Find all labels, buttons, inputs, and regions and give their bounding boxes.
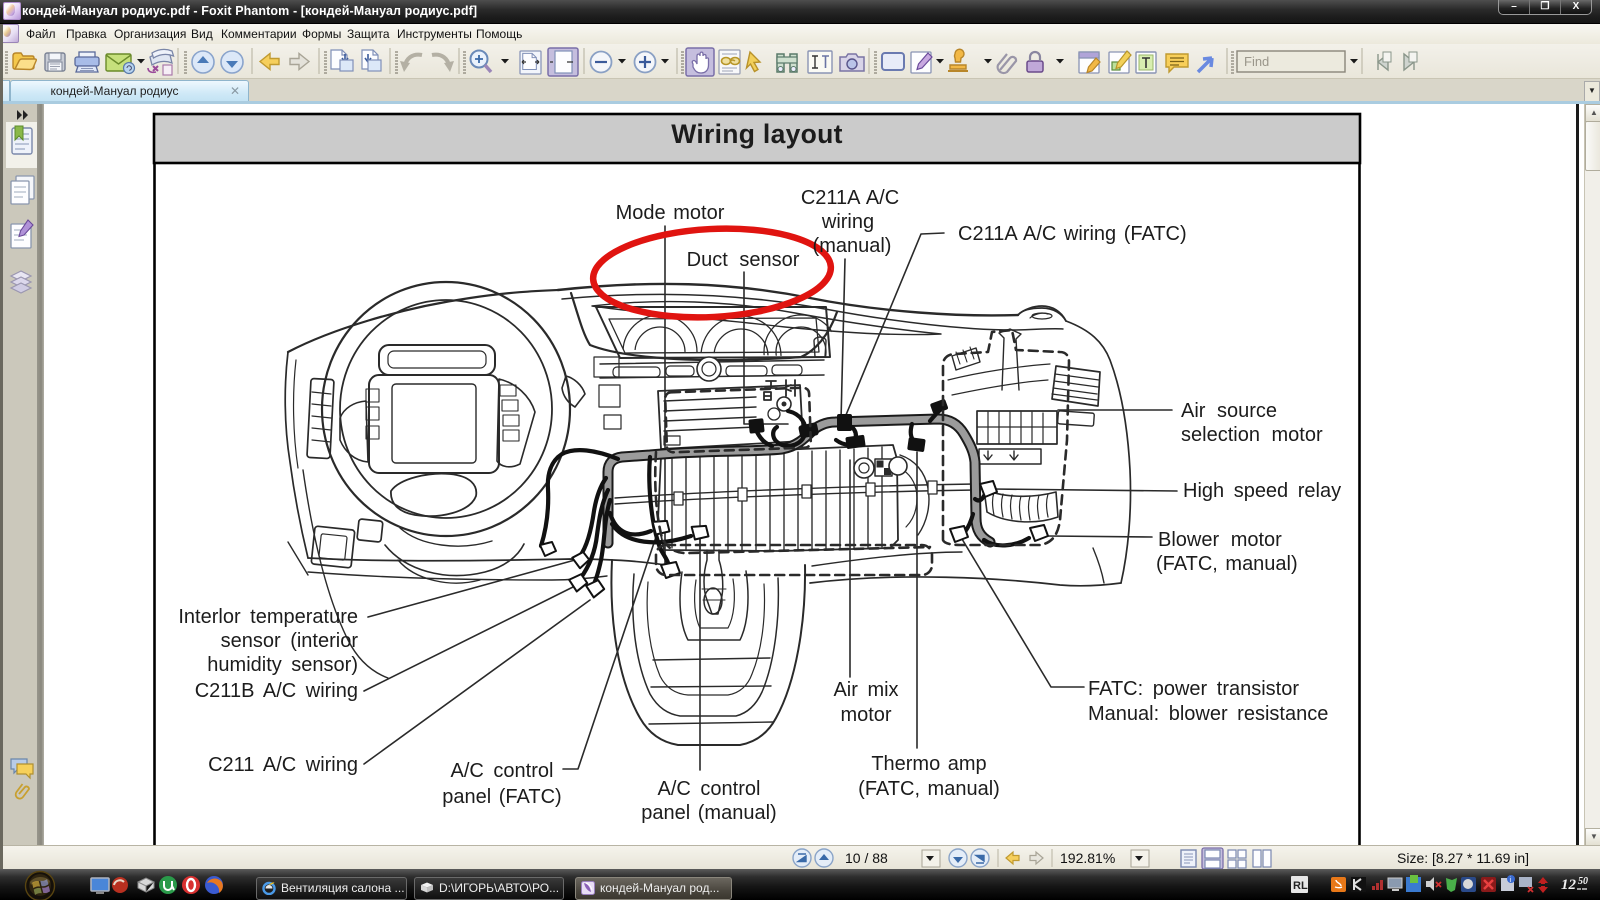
svg-text:Thermo amp: Thermo amp	[871, 753, 986, 775]
svg-text:C211A A/C wiring (FATC): C211A A/C wiring (FATC)	[958, 223, 1187, 245]
svg-text:(manual): (manual)	[813, 235, 892, 257]
svg-text:Duct sensor: Duct sensor	[687, 249, 800, 271]
svg-text:Air mix: Air mix	[833, 679, 898, 701]
svg-text:High speed relay: High speed relay	[1183, 480, 1341, 502]
svg-text:Air source: Air source	[1181, 400, 1277, 422]
svg-text:10 / 88: 10 / 88	[845, 850, 888, 866]
svg-text:humidity sensor): humidity sensor)	[207, 654, 358, 676]
svg-text:A/C control: A/C control	[451, 760, 554, 782]
svg-text:C211 A/C wiring: C211 A/C wiring	[208, 754, 358, 776]
svg-text:Find: Find	[1244, 54, 1269, 69]
svg-text:Interlor temperature: Interlor temperature	[178, 606, 358, 628]
svg-text:12: 12	[1561, 877, 1577, 893]
svg-text:FATC: power transistor: FATC: power transistor	[1088, 678, 1299, 700]
svg-text:selection motor: selection motor	[1181, 424, 1323, 446]
svg-text:192.81%: 192.81%	[1060, 850, 1115, 866]
svg-text:panel (FATC): panel (FATC)	[442, 786, 561, 808]
svg-text:(FATC, manual): (FATC, manual)	[1156, 553, 1298, 575]
svg-text:Manual: blower resistance: Manual: blower resistance	[1088, 703, 1328, 725]
svg-text:A/C control: A/C control	[658, 778, 761, 800]
svg-text:Size: [8.27 * 11.69 in]: Size: [8.27 * 11.69 in]	[1397, 850, 1529, 866]
svg-text:Mode motor: Mode motor	[616, 202, 725, 224]
svg-text:C211B A/C wiring: C211B A/C wiring	[195, 680, 358, 702]
svg-text:Wiring layout: Wiring layout	[671, 119, 843, 149]
svg-text:wiring: wiring	[821, 211, 874, 233]
svg-text:C211A A/C: C211A A/C	[801, 187, 899, 209]
svg-text:RL: RL	[1293, 880, 1308, 892]
svg-text:motor: motor	[840, 704, 891, 726]
svg-text:sensor (interior: sensor (interior	[221, 630, 359, 652]
svg-text:Blower motor: Blower motor	[1158, 529, 1282, 551]
svg-text:(FATC, manual): (FATC, manual)	[858, 778, 1000, 800]
svg-text:panel (manual): panel (manual)	[641, 802, 776, 824]
svg-text:50: 50	[1578, 876, 1588, 887]
